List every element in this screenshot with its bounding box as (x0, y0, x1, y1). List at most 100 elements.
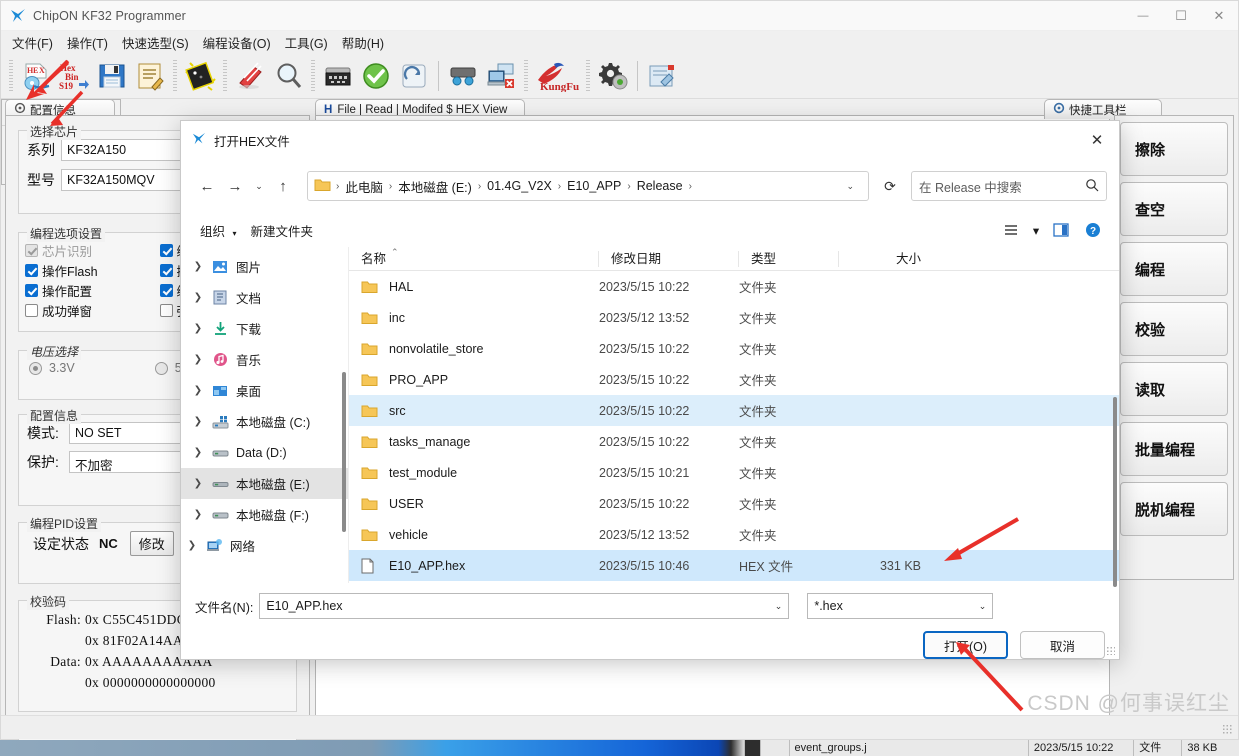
read-button[interactable]: 读取 (1120, 362, 1228, 416)
help-icon[interactable]: ? (1079, 218, 1107, 242)
forward-button[interactable]: → (221, 172, 249, 200)
app-update-icon[interactable] (643, 57, 681, 95)
radio-voltage-5v[interactable]: 5 (154, 361, 182, 375)
toolbar-grip-5[interactable] (524, 59, 528, 92)
chevron-down-icon[interactable]: ⌄ (769, 601, 783, 612)
save-icon[interactable] (93, 57, 131, 95)
toolbar-grip[interactable] (9, 59, 13, 92)
column-header-name[interactable]: 名称 ⌃ (349, 247, 599, 267)
table-row[interactable]: nonvolatile_store 2023/5/15 10:22 文件夹 (349, 333, 1119, 364)
toolbar-grip-3[interactable] (223, 59, 227, 92)
file-type-filter-select[interactable]: *.hex ⌄ (807, 593, 994, 619)
nav-item-desktop[interactable]: ❯ 桌面 (181, 375, 348, 406)
verify-ok-icon[interactable] (357, 57, 395, 95)
table-row[interactable]: inc 2023/5/12 13:52 文件夹 (349, 302, 1119, 333)
chevron-down-icon[interactable]: ⌄ (838, 181, 862, 192)
table-row[interactable]: src 2023/5/15 10:22 文件夹 (349, 395, 1119, 426)
view-list-icon[interactable] (997, 218, 1025, 242)
file-list-scrollbar[interactable] (1113, 397, 1117, 587)
organize-button[interactable]: 组织 ▾ (193, 217, 244, 244)
radio-voltage-3v3[interactable]: 3.3V (29, 361, 75, 375)
checkbox-operate-config[interactable]: 操作配置 (25, 281, 156, 300)
chevron-right-icon[interactable]: ❯ (187, 323, 209, 334)
verify-button[interactable]: 校验 (1120, 302, 1228, 356)
up-button[interactable]: ↑ (269, 172, 297, 200)
chevron-right-icon[interactable]: ❯ (187, 478, 209, 489)
chevron-right-icon[interactable]: ❯ (187, 416, 209, 427)
open-button[interactable]: 打开(O) (923, 631, 1008, 659)
view-dropdown-caret[interactable]: ▾ (1029, 218, 1043, 242)
close-button[interactable]: ✕ (1200, 1, 1238, 31)
checkbox-chip-identify[interactable]: 芯片识别 (25, 241, 156, 260)
hex-bin-s19-convert-icon[interactable]: Hex Bin S19 (55, 57, 93, 95)
window-resize-grip[interactable] (1222, 724, 1232, 734)
nav-item-music[interactable]: ❯ 音乐 (181, 344, 348, 375)
kungfu-icon[interactable]: KungFu (532, 57, 582, 95)
navigation-pane-scrollbar[interactable] (342, 372, 346, 532)
erase-button[interactable]: 擦除 (1120, 122, 1228, 176)
chevron-right-icon[interactable]: ❯ (187, 354, 209, 365)
table-row[interactable]: test_module 2023/5/15 10:21 文件夹 (349, 457, 1119, 488)
breadcrumb-item-release[interactable]: Release (634, 177, 686, 195)
nav-item-pictures[interactable]: ❯ 图片 (181, 251, 348, 282)
menu-help[interactable]: 帮助(H) (338, 31, 394, 54)
disconnect-device-icon[interactable] (482, 57, 520, 95)
chevron-right-icon[interactable]: ❯ (187, 447, 209, 458)
offline-programmer-icon[interactable] (444, 57, 482, 95)
menu-quick-select[interactable]: 快速选型(S) (118, 31, 199, 54)
chevron-right-icon[interactable]: ❯ (187, 292, 209, 303)
read-chip-icon[interactable] (319, 57, 357, 95)
batch-program-button[interactable]: 批量编程 (1120, 422, 1228, 476)
blank-check-icon[interactable] (269, 57, 307, 95)
table-row[interactable]: PRO_APP 2023/5/15 10:22 文件夹 (349, 364, 1119, 395)
pid-modify-button[interactable]: 修改 (129, 531, 174, 556)
table-row[interactable]: E10_APP.hex 2023/5/15 10:46 HEX 文件 331 K… (349, 550, 1119, 581)
edit-note-icon[interactable] (131, 57, 169, 95)
breadcrumb[interactable]: › 此电脑 › 本地磁盘 (E:) › 01.4G_V2X › E10_APP … (307, 171, 869, 201)
table-row[interactable]: HAL 2023/5/15 10:22 文件夹 (349, 271, 1119, 302)
open-hex-file-icon[interactable]: H E X (17, 57, 55, 95)
close-icon[interactable]: ✕ (1075, 121, 1119, 159)
table-row[interactable]: tasks_manage 2023/5/15 10:22 文件夹 (349, 426, 1119, 457)
program-icon[interactable] (395, 57, 433, 95)
nav-item-drive-c[interactable]: ❯ 本地磁盘 (C:) (181, 406, 348, 437)
column-header-date[interactable]: 修改日期 (599, 250, 739, 267)
nav-item-network[interactable]: ❯ 网络 (181, 530, 348, 561)
preview-pane-icon[interactable] (1047, 218, 1075, 242)
maximize-button[interactable]: ☐ (1162, 1, 1200, 31)
back-button[interactable]: ← (193, 172, 221, 200)
chevron-right-icon[interactable]: ❯ (181, 540, 203, 551)
chip-select-icon[interactable] (181, 57, 219, 95)
menu-file[interactable]: 文件(F) (8, 31, 63, 54)
toolbar-grip-6[interactable] (586, 59, 590, 92)
menu-program-device[interactable]: 编程设备(O) (199, 31, 281, 54)
nav-item-drive-e[interactable]: ❯ 本地磁盘 (E:) (181, 468, 348, 499)
chevron-down-icon[interactable]: ⌄ (979, 601, 987, 612)
dialog-resize-grip[interactable] (1106, 646, 1115, 655)
table-row[interactable]: USER 2023/5/15 10:22 文件夹 (349, 488, 1119, 519)
table-row[interactable]: vehicle 2023/5/12 13:52 文件夹 (349, 519, 1119, 550)
erase-icon[interactable] (231, 57, 269, 95)
nav-item-drive-f[interactable]: ❯ 本地磁盘 (F:) (181, 499, 348, 530)
menu-operate[interactable]: 操作(T) (63, 31, 118, 54)
breadcrumb-item-e10-app[interactable]: E10_APP (564, 177, 624, 195)
breadcrumb-item-drive-e[interactable]: 本地磁盘 (E:) (395, 175, 475, 198)
chevron-right-icon[interactable]: ❯ (187, 385, 209, 396)
offline-program-button[interactable]: 脱机编程 (1120, 482, 1228, 536)
nav-item-data-drive-d[interactable]: ❯ Data (D:) (181, 437, 348, 468)
settings-gear-icon[interactable] (594, 57, 632, 95)
refresh-icon[interactable]: ⟳ (875, 171, 905, 201)
cancel-button[interactable]: 取消 (1020, 631, 1105, 659)
search-input[interactable]: 在 Release 中搜索 (911, 171, 1107, 201)
blank-check-button[interactable]: 查空 (1120, 182, 1228, 236)
menu-tools[interactable]: 工具(G) (281, 31, 338, 54)
checkbox-success-popup[interactable]: 成功弹窗 (25, 301, 156, 320)
column-header-type[interactable]: 类型 (739, 250, 839, 267)
column-header-size[interactable]: 大小 (839, 251, 929, 267)
nav-item-documents[interactable]: ❯ 文档 (181, 282, 348, 313)
chevron-right-icon[interactable]: ❯ (187, 509, 209, 520)
recent-locations-button[interactable]: ⌄ (249, 172, 269, 200)
filename-input[interactable]: E10_APP.hex ⌄ (259, 593, 790, 619)
breadcrumb-item-project[interactable]: 01.4G_V2X (484, 177, 555, 195)
nav-item-downloads[interactable]: ❯ 下载 (181, 313, 348, 344)
